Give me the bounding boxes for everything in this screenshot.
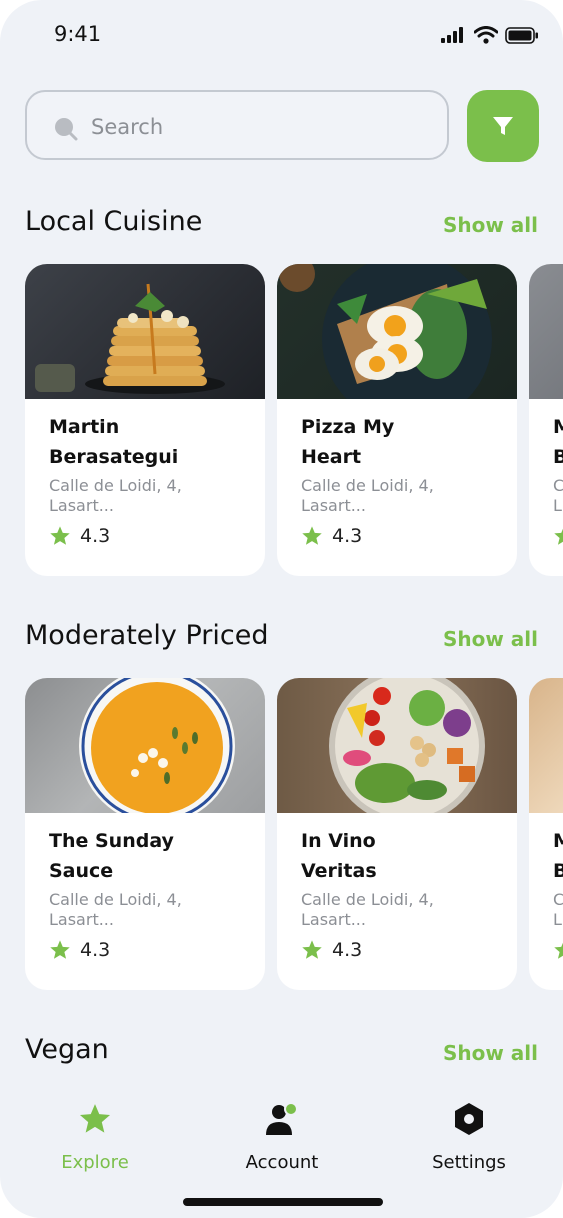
restaurant-rating — [553, 525, 563, 547]
restaurant-rating — [553, 939, 563, 961]
restaurant-address: C L — [553, 890, 563, 929]
star-icon — [50, 940, 70, 959]
nav-settings[interactable]: Settings — [394, 1102, 544, 1173]
restaurant-name: M B — [553, 830, 563, 882]
show-all-local-cuisine[interactable]: Show all — [443, 213, 538, 237]
restaurant-address: Calle de Loidi, 4, Lasart... — [49, 476, 182, 515]
status-icons — [441, 26, 539, 44]
nav-account[interactable]: Account — [207, 1102, 357, 1173]
user-icon — [266, 1102, 298, 1135]
restaurant-photo — [25, 678, 265, 813]
restaurant-photo — [277, 264, 517, 399]
signal-icon — [441, 27, 463, 43]
status-time: 9:41 — [54, 22, 102, 46]
restaurant-card[interactable]: In Vino Veritas Calle de Loidi, 4, Lasar… — [277, 678, 517, 990]
restaurant-card[interactable]: M B C L — [529, 264, 563, 576]
restaurant-card[interactable]: The Sunday Sauce Calle de Loidi, 4, Lasa… — [25, 678, 265, 990]
settings-hexagon-icon — [455, 1103, 483, 1135]
nav-account-label: Account — [245, 1152, 319, 1173]
restaurant-address: C L — [553, 476, 563, 515]
star-icon — [302, 940, 322, 959]
restaurant-name: The Sunday Sauce — [49, 830, 174, 882]
filter-icon — [493, 117, 513, 135]
restaurant-rating: 4.3 — [301, 939, 362, 961]
star-icon — [50, 526, 70, 545]
restaurant-rating: 4.3 — [49, 939, 110, 961]
restaurant-address: Calle de Loidi, 4, Lasart... — [49, 890, 182, 929]
search-icon — [55, 118, 78, 141]
restaurant-name: Martin Berasategui — [49, 416, 179, 468]
section-title-moderately-priced: Moderately Priced — [25, 620, 269, 651]
restaurant-name: Pizza My Heart — [301, 416, 395, 468]
section-title-local-cuisine: Local Cuisine — [25, 206, 203, 237]
restaurant-address: Calle de Loidi, 4, Lasart... — [301, 890, 434, 929]
battery-icon — [505, 26, 538, 44]
search-input[interactable] — [89, 106, 423, 148]
nav-settings-label: Settings — [432, 1152, 506, 1173]
home-indicator — [183, 1198, 383, 1206]
restaurant-rating: 4.3 — [301, 525, 362, 547]
filter-button[interactable] — [467, 90, 539, 162]
search-box[interactable] — [25, 90, 449, 160]
restaurant-rating: 4.3 — [49, 525, 110, 547]
restaurant-photo — [529, 264, 563, 399]
bottom-nav: Explore Account Settings — [0, 1090, 563, 1180]
star-icon — [302, 526, 322, 545]
restaurant-photo — [277, 678, 517, 813]
section-title-vegan: Vegan — [25, 1034, 109, 1065]
nav-explore-label: Explore — [61, 1152, 129, 1173]
nav-explore[interactable]: Explore — [20, 1102, 170, 1173]
status-bar: 9:41 — [0, 0, 563, 70]
wifi-icon — [474, 26, 498, 44]
star-icon — [554, 528, 563, 545]
restaurant-name: M B — [553, 416, 563, 468]
restaurant-card[interactable]: Pizza My Heart Calle de Loidi, 4, Lasart… — [277, 264, 517, 576]
restaurant-photo — [529, 678, 563, 813]
star-icon — [79, 1104, 111, 1133]
restaurant-photo — [25, 264, 265, 399]
restaurant-name: In Vino Veritas — [301, 830, 377, 882]
restaurant-address: Calle de Loidi, 4, Lasart... — [301, 476, 434, 515]
show-all-moderately-priced[interactable]: Show all — [443, 627, 538, 651]
show-all-vegan[interactable]: Show all — [443, 1041, 538, 1065]
phone-screen: 9:41 Search Local Cuisine Show all Marti… — [0, 0, 563, 1218]
restaurant-card[interactable]: M B C L — [529, 678, 563, 990]
restaurant-card[interactable]: Martin Berasategui Calle de Loidi, 4, La… — [25, 264, 265, 576]
star-icon — [554, 942, 563, 959]
